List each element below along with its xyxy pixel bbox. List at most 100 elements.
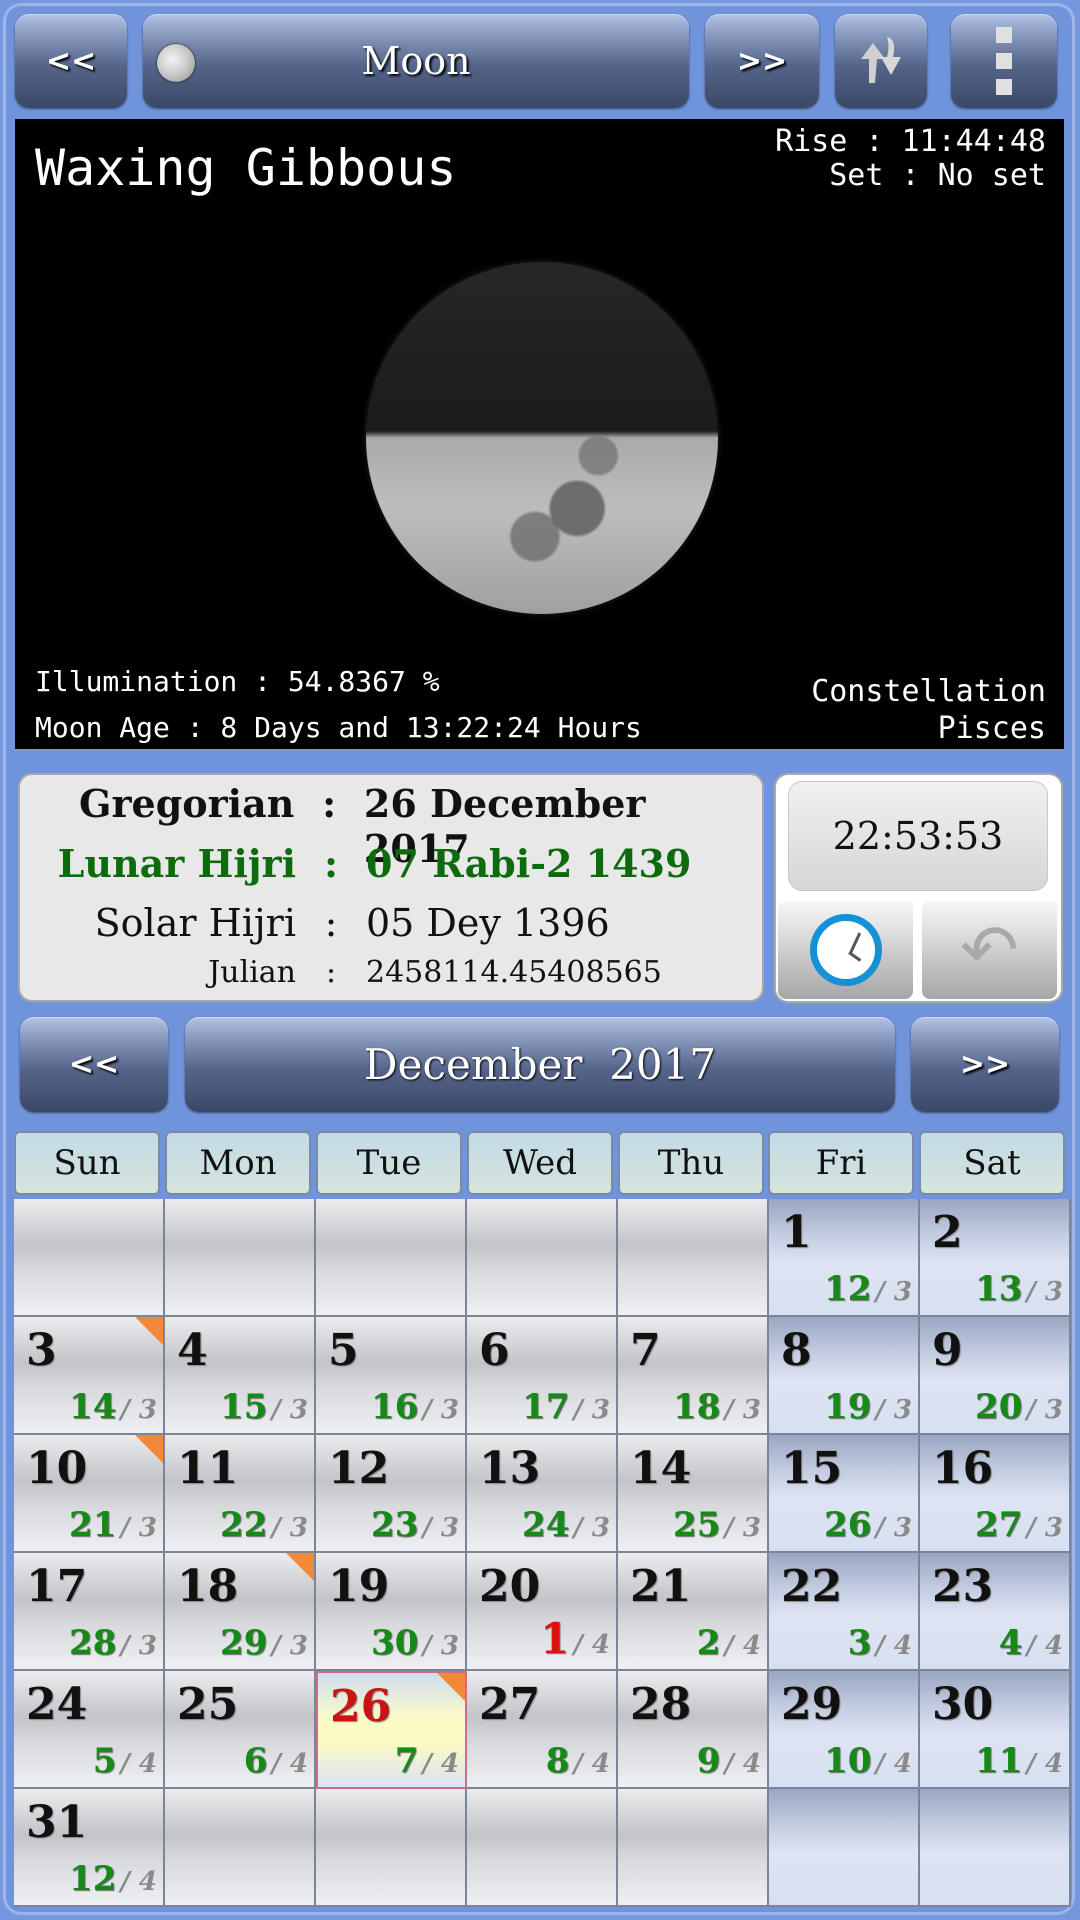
calendar-day-3[interactable]: 3 14/ 3	[14, 1317, 165, 1435]
hijri-month: / 4	[875, 1749, 912, 1779]
empty-calendar-cell	[316, 1199, 467, 1317]
calendar-day-8[interactable]: 8 19/ 3	[769, 1317, 920, 1435]
back-to-now-button[interactable]: ↶	[922, 901, 1057, 999]
title-label: Moon	[361, 39, 471, 83]
calendar-day-31[interactable]: 31 12/ 4	[14, 1789, 165, 1907]
moon-display-panel: Waxing Gibbous Rise : 11:44:48 Set : No …	[15, 119, 1064, 749]
hijri-month: / 3	[724, 1513, 761, 1543]
hijri-month: / 3	[1026, 1395, 1063, 1425]
calendar-day-1[interactable]: 1 12/ 3	[769, 1199, 920, 1317]
calendar-day-18[interactable]: 18 29/ 3	[165, 1553, 316, 1671]
moon-title-button[interactable]: Moon	[143, 14, 689, 108]
gregorian-day: 24	[26, 1679, 88, 1730]
calendar-day-24[interactable]: 24 5/ 4	[14, 1671, 165, 1789]
next-day-button[interactable]: >>	[705, 14, 819, 108]
set-time-button[interactable]	[778, 901, 913, 999]
hijri-month: / 4	[724, 1631, 761, 1661]
calendar-day-4[interactable]: 4 15/ 3	[165, 1317, 316, 1435]
hijri-month: / 4	[120, 1867, 157, 1897]
hijri-day: 6	[243, 1741, 268, 1781]
calendar-day-14[interactable]: 14 25/ 3	[618, 1435, 769, 1553]
hijri-day: 12	[69, 1859, 117, 1899]
calendar-day-20[interactable]: 20 1/ 4	[467, 1553, 618, 1671]
gregorian-day: 26	[330, 1681, 392, 1732]
moon-phase-label: Waxing Gibbous	[35, 139, 457, 197]
hijri-date: 18/ 3	[673, 1387, 761, 1427]
hijri-date: 24/ 3	[522, 1505, 610, 1545]
gregorian-day: 31	[26, 1797, 88, 1848]
rise-set-info: Rise : 11:44:48 Set : No set	[775, 125, 1046, 193]
calendar-day-21[interactable]: 21 2/ 4	[618, 1553, 769, 1671]
calendar-day-16[interactable]: 16 27/ 3	[920, 1435, 1071, 1553]
previous-day-button[interactable]: <<	[15, 14, 127, 108]
hijri-day: 3	[847, 1623, 872, 1663]
hijri-date: 22/ 3	[220, 1505, 308, 1545]
hijri-date: 12/ 4	[69, 1859, 157, 1899]
gregorian-day: 7	[630, 1325, 661, 1376]
calendar-day-11[interactable]: 11 22/ 3	[165, 1435, 316, 1553]
time-display-button[interactable]: 22:53:53	[788, 781, 1048, 891]
gregorian-day: 17	[26, 1561, 88, 1612]
calendar-day-30[interactable]: 30 11/ 4	[920, 1671, 1071, 1789]
hijri-date: 23/ 3	[371, 1505, 459, 1545]
overflow-menu-button[interactable]	[951, 14, 1057, 108]
date-colon: :	[322, 781, 337, 826]
moon-age-label: Moon Age : 8 Days and 13:22:24 Hours	[35, 711, 642, 744]
calendar-day-13[interactable]: 13 24/ 3	[467, 1435, 618, 1553]
gregorian-day: 13	[479, 1443, 541, 1494]
constellation-name: Pisces	[937, 711, 1046, 746]
date-colon: :	[323, 841, 339, 886]
hijri-date: 28/ 3	[69, 1623, 157, 1663]
hijri-month: / 3	[573, 1395, 610, 1425]
calendar-day-19[interactable]: 19 30/ 3	[316, 1553, 467, 1671]
calendar-day-22[interactable]: 22 3/ 4	[769, 1553, 920, 1671]
gregorian-day: 4	[177, 1325, 208, 1376]
empty-calendar-cell	[467, 1789, 618, 1907]
hijri-day: 26	[824, 1505, 872, 1545]
calendar-day-2[interactable]: 2 13/ 3	[920, 1199, 1071, 1317]
hijri-day: 25	[673, 1505, 721, 1545]
hijri-month: / 3	[724, 1395, 761, 1425]
calendar-day-26[interactable]: 26 7/ 4	[316, 1671, 467, 1789]
calendar-day-23[interactable]: 23 4/ 4	[920, 1553, 1071, 1671]
hijri-date: 16/ 3	[371, 1387, 459, 1427]
calendar-day-10[interactable]: 10 21/ 3	[14, 1435, 165, 1553]
calendar-day-27[interactable]: 27 8/ 4	[467, 1671, 618, 1789]
calendar-day-5[interactable]: 5 16/ 3	[316, 1317, 467, 1435]
hijri-month: / 4	[724, 1749, 761, 1779]
gregorian-day: 10	[26, 1443, 88, 1494]
date-value: 05 Dey 1396	[366, 901, 610, 945]
hijri-day: 11	[975, 1741, 1023, 1781]
hijri-date: 13/ 3	[975, 1269, 1063, 1309]
month-title-button[interactable]: December 2017	[185, 1017, 895, 1112]
gregorian-day: 14	[630, 1443, 692, 1494]
calendar-day-29[interactable]: 29 10/ 4	[769, 1671, 920, 1789]
next-month-button[interactable]: >>	[911, 1017, 1059, 1112]
hijri-date: 5/ 4	[93, 1741, 157, 1781]
hijri-month: / 4	[120, 1749, 157, 1779]
gregorian-day: 22	[781, 1561, 843, 1612]
previous-month-button[interactable]: <<	[20, 1017, 168, 1112]
empty-calendar-cell	[14, 1199, 165, 1317]
empty-calendar-cell	[316, 1789, 467, 1907]
calendar-day-9[interactable]: 9 20/ 3	[920, 1317, 1071, 1435]
calendar-day-25[interactable]: 25 6/ 4	[165, 1671, 316, 1789]
calendar-day-7[interactable]: 7 18/ 3	[618, 1317, 769, 1435]
calendar-day-12[interactable]: 12 23/ 3	[316, 1435, 467, 1553]
weekday-tue: Tue	[316, 1131, 462, 1195]
calendar-day-17[interactable]: 17 28/ 3	[14, 1553, 165, 1671]
hijri-day: 8	[545, 1741, 570, 1781]
hijri-date: 29/ 3	[220, 1623, 308, 1663]
calendar-day-6[interactable]: 6 17/ 3	[467, 1317, 618, 1435]
hijri-month: / 3	[875, 1395, 912, 1425]
time-panel: 22:53:53 ↶	[774, 773, 1063, 1003]
moon-icon	[157, 44, 195, 82]
empty-calendar-cell	[618, 1199, 769, 1317]
calendar-day-28[interactable]: 28 9/ 4	[618, 1671, 769, 1789]
hijri-month: / 3	[422, 1631, 459, 1661]
back-arrow-icon: ↶	[960, 909, 1019, 991]
swap-button[interactable]	[835, 14, 927, 108]
empty-calendar-cell	[920, 1789, 1071, 1907]
constellation-info: Constellation Pisces	[811, 673, 1046, 747]
calendar-day-15[interactable]: 15 26/ 3	[769, 1435, 920, 1553]
